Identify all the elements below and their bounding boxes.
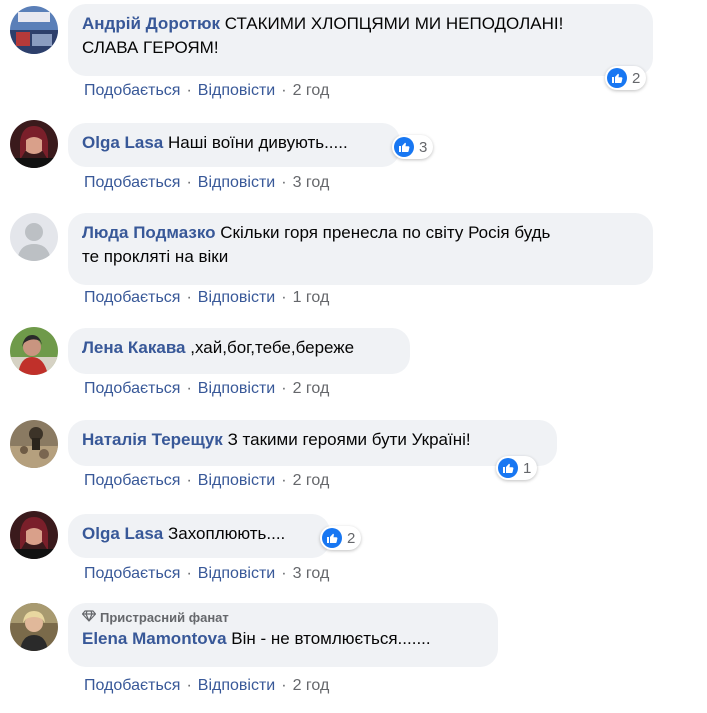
comment-text: Він - не втомлюється....... [231, 629, 431, 648]
comment-time[interactable]: 2 год [293, 472, 330, 489]
comment-bubble: Лена Какава ,хай,бог,тебе,береже [68, 328, 410, 374]
comment-author[interactable]: Наталія Терещук [82, 430, 223, 449]
comment-bubble: Люда Подмазко Скільки горя пренесла по с… [68, 213, 653, 285]
like-button[interactable]: Подобається [84, 174, 180, 191]
reaction-number: 2 [347, 529, 356, 547]
like-button[interactable]: Подобається [84, 82, 180, 99]
comment-time[interactable]: 3 год [293, 174, 330, 191]
reaction-count[interactable]: 2 [605, 66, 647, 90]
comment-text: З такими героями бути Україні! [227, 430, 471, 449]
reply-button[interactable]: Відповісти [198, 289, 275, 306]
reaction-number: 1 [523, 459, 532, 477]
comment-text: Скільки горя пренесла по світу Росія буд… [220, 223, 551, 242]
comment-author[interactable]: Андрій Доротюк [82, 14, 220, 33]
reaction-count[interactable]: 2 [320, 526, 362, 550]
default-avatar-icon[interactable] [10, 213, 58, 261]
comment-author[interactable]: Люда Подмазко [82, 223, 216, 242]
comment-author[interactable]: Olga Lasa [82, 524, 163, 543]
reply-button[interactable]: Відповісти [198, 565, 275, 582]
thumbs-up-icon [607, 68, 627, 88]
comment-actions: Подобається · Відповісти · 3 год [84, 565, 330, 582]
reaction-count[interactable]: 3 [392, 135, 434, 159]
comment-text-line2: СЛАВА ГЕРОЯМ! [82, 38, 219, 57]
comment-author[interactable]: Лена Какава [82, 338, 186, 357]
reply-button[interactable]: Відповісти [198, 380, 275, 397]
thumbs-up-icon [498, 458, 518, 478]
reply-button[interactable]: Відповісти [198, 677, 275, 694]
comment-time[interactable]: 2 год [293, 380, 330, 397]
comment-actions: Подобається · Відповісти · 2 год [84, 472, 330, 489]
comment-actions: Подобається · Відповісти · 1 год [84, 289, 330, 306]
comment-bubble: Olga Lasa Захоплюють.... [68, 514, 330, 558]
like-button[interactable]: Подобається [84, 289, 180, 306]
reply-button[interactable]: Відповісти [198, 82, 275, 99]
comment-text: СТАКИМИ ХЛОПЦЯМИ МИ НЕПОДОЛАНІ! [224, 14, 564, 33]
comment-author[interactable]: Olga Lasa [82, 133, 163, 152]
like-button[interactable]: Подобається [84, 565, 180, 582]
reply-button[interactable]: Відповісти [198, 472, 275, 489]
reaction-number: 2 [632, 69, 641, 87]
thumbs-up-icon [322, 528, 342, 548]
reply-button[interactable]: Відповісти [198, 174, 275, 191]
comment-bubble: Андрій Доротюк СТАКИМИ ХЛОПЦЯМИ МИ НЕПОД… [68, 4, 653, 76]
comment-bubble: Наталія Терещук З такими героями бути Ук… [68, 420, 557, 466]
comment-time[interactable]: 2 год [293, 677, 330, 694]
thumbs-up-icon [394, 137, 414, 157]
comment-actions: Подобається · Відповісти · 2 год [84, 82, 330, 99]
fan-badge-label: Пристрасний фанат [100, 610, 229, 625]
reaction-number: 3 [419, 138, 428, 156]
comment-actions: Подобається · Відповісти · 3 год [84, 174, 330, 191]
avatar[interactable] [10, 511, 58, 559]
avatar[interactable] [10, 120, 58, 168]
comment-text-line2: те прокляті на віки [82, 247, 229, 266]
comment-bubble: Пристрасний фанат Elena Mamontova Він - … [68, 603, 498, 667]
comment-author[interactable]: Elena Mamontova [82, 629, 227, 648]
comment-text: ,хай,бог,тебе,береже [190, 338, 355, 357]
avatar[interactable] [10, 420, 58, 468]
comment-time[interactable]: 1 год [293, 289, 330, 306]
avatar[interactable] [10, 327, 58, 375]
avatar[interactable] [10, 6, 58, 54]
comment-actions: Подобається · Відповісти · 2 год [84, 380, 330, 397]
like-button[interactable]: Подобається [84, 677, 180, 694]
like-button[interactable]: Подобається [84, 472, 180, 489]
comment-text: Наші воїни дивують..... [168, 133, 348, 152]
diamond-icon [81, 609, 97, 627]
comment-actions: Подобається · Відповісти · 2 год [84, 677, 330, 694]
reaction-count[interactable]: 1 [496, 456, 538, 480]
avatar[interactable] [10, 603, 58, 651]
comment-time[interactable]: 3 год [293, 565, 330, 582]
comment-time[interactable]: 2 год [293, 82, 330, 99]
like-button[interactable]: Подобається [84, 380, 180, 397]
comment-bubble: Olga Lasa Наші воїни дивують..... [68, 123, 400, 167]
fan-badge: Пристрасний фанат [81, 609, 486, 627]
comment-text: Захоплюють.... [168, 524, 286, 543]
